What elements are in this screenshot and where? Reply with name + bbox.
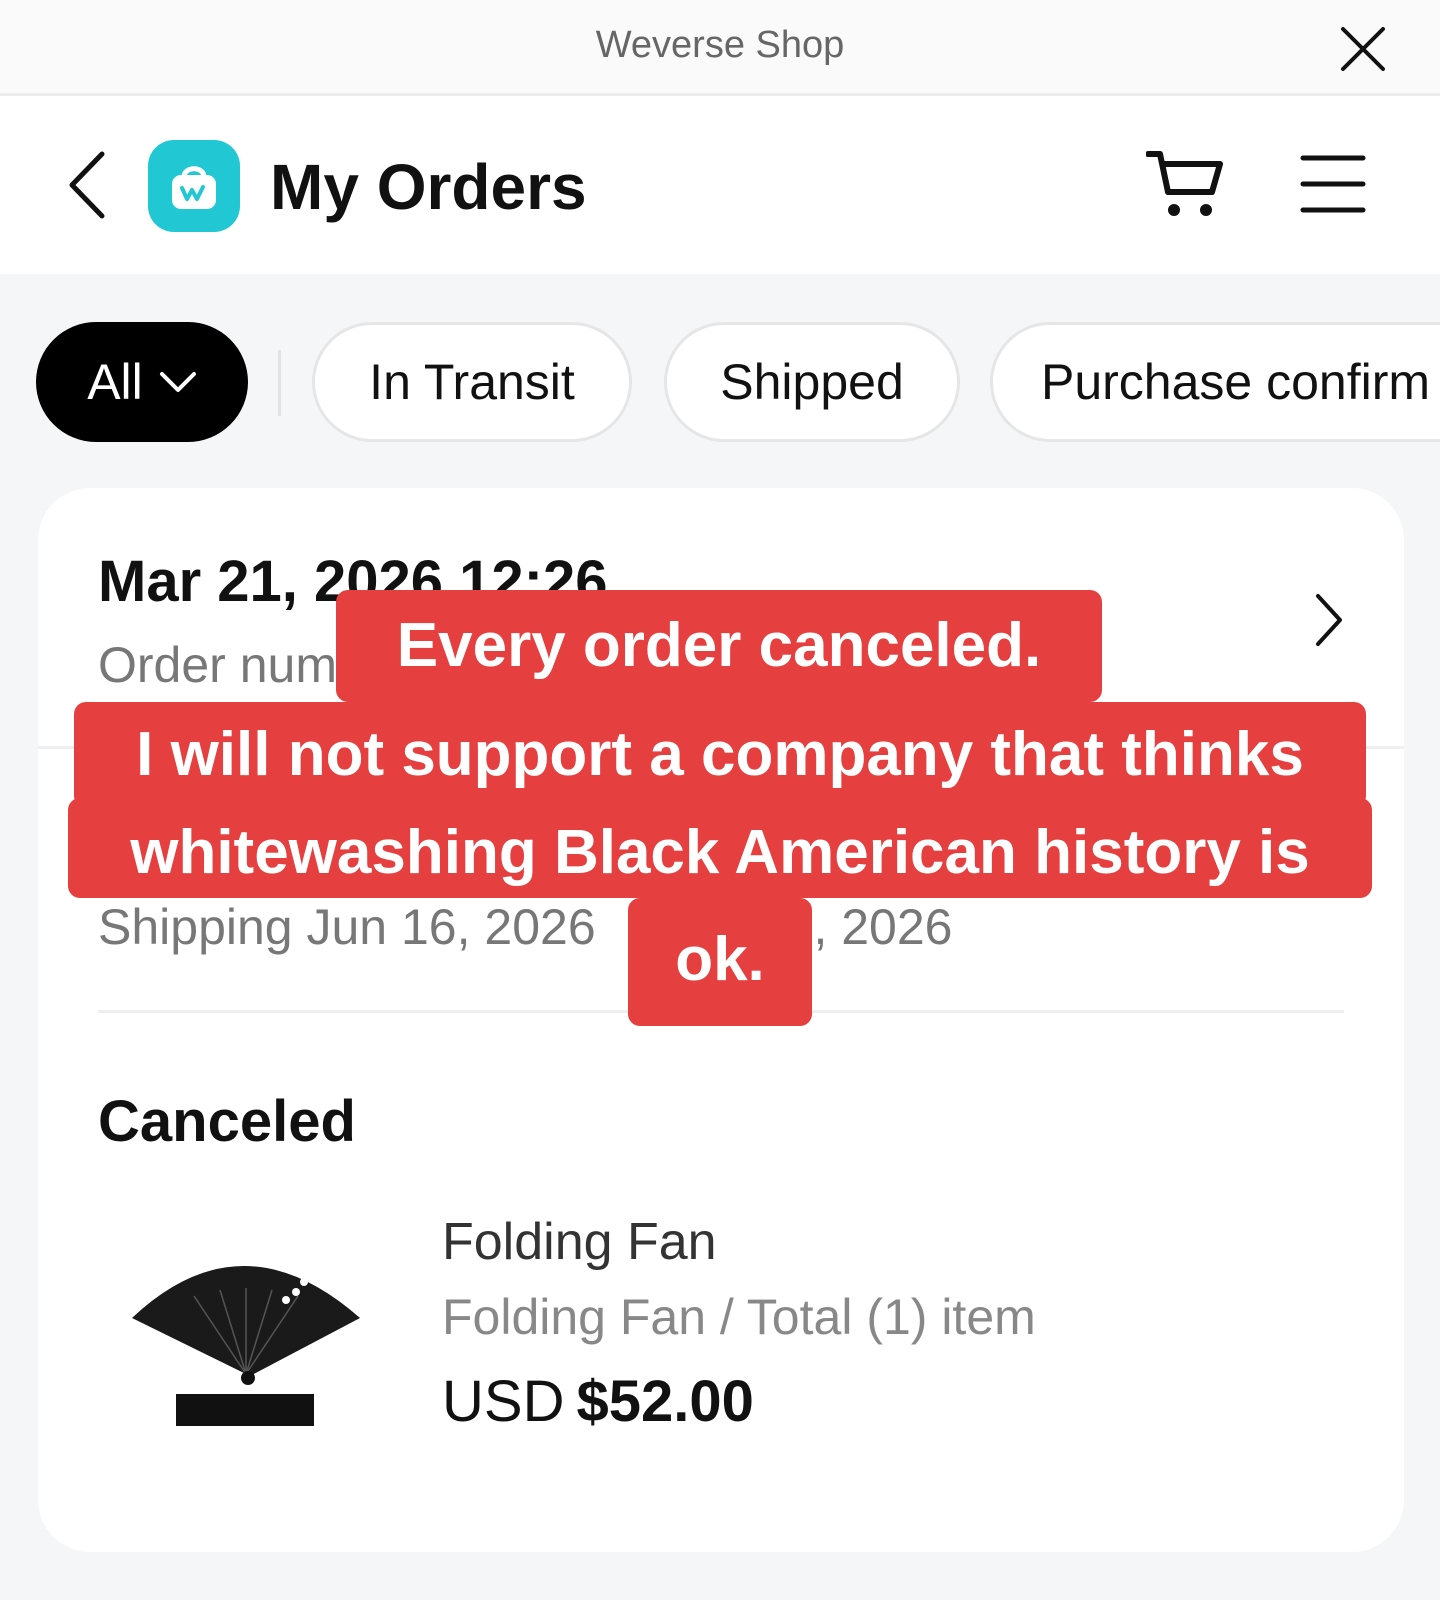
caption-line-3: whitewashing Black American history is <box>68 798 1372 898</box>
chevron-right-icon <box>1316 594 1342 646</box>
caption-line-4: ok. <box>628 898 812 1026</box>
app-header: My Orders <box>0 96 1440 274</box>
menu-button[interactable] <box>1300 154 1366 214</box>
order-status: Canceled <box>98 1089 356 1154</box>
price-currency: USD <box>442 1369 565 1434</box>
filter-chip-all-label: All <box>87 354 143 410</box>
shop-logo[interactable] <box>148 140 240 232</box>
close-icon <box>1341 27 1385 71</box>
chevron-left-icon <box>69 151 105 219</box>
caption-line-1: Every order canceled. <box>336 590 1102 702</box>
product-image[interactable] <box>124 1236 370 1436</box>
back-button[interactable] <box>64 150 108 220</box>
shipping-start: Shipping Jun 16, 2026 <box>98 899 596 955</box>
product-name: Folding Fan <box>442 1213 717 1271</box>
shipping-window: Shipping Jun 16, 2026 0, 2026 <box>98 898 952 956</box>
filter-chip-purchase-confirmed[interactable]: Purchase confirm <box>990 322 1440 442</box>
filter-chip-in-transit[interactable]: In Transit <box>312 322 632 442</box>
caption-line-2: I will not support a company that thinks <box>74 702 1366 808</box>
browser-title: Weverse Shop <box>595 24 845 66</box>
order-detail-link[interactable] <box>1312 592 1346 648</box>
filter-chip-all[interactable]: All <box>36 322 248 442</box>
filter-chip-shipped[interactable]: Shipped <box>664 322 960 442</box>
price-value: $52.00 <box>576 1369 754 1434</box>
cart-icon <box>1145 151 1223 216</box>
shopping-bag-icon <box>172 166 216 209</box>
order-number: Order num <box>98 637 337 693</box>
chevron-down-icon <box>159 372 196 392</box>
cart-button[interactable] <box>1145 148 1226 220</box>
folding-fan-image <box>132 1266 360 1426</box>
browser-bar: Weverse Shop <box>0 0 1440 96</box>
order-filter-bar: All In Transit Shipped Purchase confirm <box>0 322 1440 444</box>
close-button[interactable] <box>1340 26 1386 72</box>
product-price: USD $52.00 <box>442 1368 754 1435</box>
hamburger-menu-icon <box>1300 155 1366 213</box>
filter-divider <box>278 350 281 416</box>
product-variant: Folding Fan / Total (1) item <box>442 1289 1036 1345</box>
page-title: My Orders <box>270 151 587 223</box>
